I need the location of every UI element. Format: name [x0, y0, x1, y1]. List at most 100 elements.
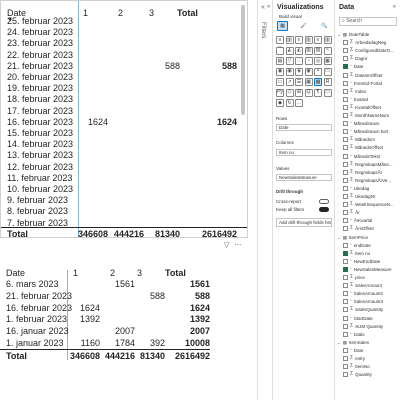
field-checkbox[interactable] — [343, 64, 348, 70]
search-input[interactable]: ⌕ Search — [339, 17, 397, 26]
field-item[interactable]: ▫ ÅrKvartal — [343, 217, 372, 224]
funnel-icon[interactable]: ▽ — [285, 57, 294, 65]
python-visual-icon[interactable]: Py — [276, 88, 284, 97]
field-item[interactable]: Σ RegnskapsÅrVe... — [343, 177, 391, 184]
field-item[interactable]: Σ Dagnr — [343, 55, 367, 62]
field-item[interactable]: Σ År — [343, 209, 360, 216]
line-icon[interactable]: ⌒ — [276, 46, 284, 55]
columns-field-well[interactable]: Item no — [276, 149, 332, 156]
drill-through-well[interactable]: Add drill-through fields here — [276, 218, 332, 227]
field-checkbox[interactable] — [343, 129, 348, 135]
decomposition-icon[interactable]: ⊞ — [295, 88, 303, 97]
field-checkbox[interactable] — [343, 242, 348, 248]
field-checkbox[interactable] — [343, 323, 348, 329]
shape-map-icon[interactable]: ◈ — [295, 67, 303, 76]
narrative-icon[interactable]: ¶ — [314, 88, 322, 97]
stacked-area-icon[interactable]: ◭ — [295, 46, 303, 55]
field-checkbox[interactable] — [343, 299, 348, 305]
field-item[interactable]: ▫ Månedsnavn kort — [343, 128, 388, 135]
field-item[interactable]: Σ DatesInOffset — [343, 72, 383, 79]
line-clustered-icon[interactable]: ▥ — [314, 46, 322, 55]
filters-pane-collapsed[interactable]: « Filters — [257, 0, 272, 400]
field-checkbox[interactable] — [343, 258, 348, 264]
treemap-icon[interactable]: ▦ — [323, 57, 332, 65]
field-checkbox[interactable] — [343, 113, 348, 118]
field-checkbox[interactable] — [343, 218, 348, 224]
header-col-3[interactable]: 3 — [137, 268, 142, 278]
field-item[interactable]: ▫ Kvartal — [343, 96, 368, 103]
field-checkbox[interactable] — [343, 88, 348, 94]
field-checkbox[interactable] — [343, 347, 348, 353]
field-item[interactable]: ▫ NewEndDate — [343, 258, 380, 265]
matrix-visual-summary[interactable]: Date 1 2 3 Total 6. mars 2023 1561 1561 21.… — [0, 262, 248, 368]
field-item[interactable]: Σ WeekSequenceN... — [343, 201, 394, 208]
field-item[interactable]: Σ SalesAmount — [343, 282, 382, 289]
pie-icon[interactable]: ◔ — [304, 57, 313, 65]
chevron-down-icon[interactable]: ⌄ — [337, 339, 341, 346]
header-date[interactable]: Date — [6, 268, 25, 278]
header-total[interactable]: Total — [165, 268, 186, 278]
waterfall-icon[interactable]: ▤ — [276, 57, 284, 65]
qa-icon[interactable]: Q — [304, 88, 313, 97]
field-checkbox[interactable] — [343, 331, 348, 337]
ribbon-icon[interactable]: ≈ — [323, 46, 332, 55]
header-col-1[interactable]: 1 — [73, 268, 78, 278]
slicer-icon[interactable]: ☰ — [295, 78, 303, 86]
field-item[interactable]: Σprice — [343, 274, 365, 281]
table-itemsales[interactable]: ⌄ ▦ ItemSales — [337, 339, 369, 346]
field-item[interactable]: Σ SalesQuantity — [343, 306, 383, 313]
field-checkbox[interactable] — [343, 250, 348, 256]
card-icon[interactable]: ▭ — [323, 67, 332, 76]
paginated-icon[interactable]: ▭ — [323, 88, 332, 97]
field-checkbox[interactable] — [343, 185, 348, 191]
values-field-well[interactable]: NewSalesMeasure — [276, 174, 332, 181]
filled-map-icon[interactable]: ◉ — [285, 67, 294, 76]
field-checkbox[interactable] — [343, 56, 348, 62]
clustered-bar-icon[interactable]: ≡ — [295, 36, 303, 44]
header-col-2[interactable]: 2 — [118, 8, 123, 18]
azure-map-icon[interactable]: ◉ — [304, 67, 313, 76]
field-checkbox[interactable] — [343, 137, 348, 143]
matrix-visual-daily[interactable]: Date ▼ 1 2 3 Total 25. februar 2023 24. f… — [0, 0, 248, 238]
multi-card-icon[interactable]: ▭ — [276, 78, 284, 86]
table-datetable[interactable]: ⌄ ▦ DateTable — [337, 31, 369, 38]
expand-icon[interactable]: « — [261, 4, 265, 11]
vertical-scrollbar[interactable] — [241, 5, 245, 115]
field-checkbox[interactable] — [343, 40, 348, 46]
area-icon[interactable]: ◭ — [285, 46, 294, 55]
stacked-bar-icon[interactable]: ≡ — [276, 36, 284, 44]
map-icon[interactable]: ◉ — [276, 67, 284, 76]
field-checkbox[interactable] — [343, 104, 348, 110]
field-item[interactable]: Σ SUM Quantity — [343, 323, 383, 330]
field-item[interactable]: Σ Item no — [343, 250, 370, 257]
build-visual-icon[interactable]: ▦ — [277, 21, 288, 31]
field-checkbox[interactable] — [343, 169, 348, 175]
field-checkbox[interactable] — [343, 48, 348, 54]
field-item[interactable]: Σ MonthNameNum — [343, 112, 389, 119]
100-bar-icon[interactable]: ≡ — [314, 36, 322, 44]
field-checkbox[interactable] — [343, 145, 348, 151]
field-checkbox[interactable] — [343, 266, 348, 272]
field-item[interactable]: Σentry — [343, 355, 365, 362]
field-item[interactable]: ▫ Date — [343, 63, 363, 70]
field-checkbox[interactable] — [343, 210, 348, 216]
field-checkbox[interactable] — [343, 356, 348, 361]
field-item[interactable]: Σ RegnskapsMåne... — [343, 161, 393, 168]
scatter-icon[interactable]: ∴ — [295, 57, 303, 65]
field-checkbox[interactable] — [343, 202, 348, 208]
field-checkbox[interactable] — [343, 80, 348, 86]
field-checkbox[interactable] — [343, 153, 348, 159]
field-item[interactable]: ▫ totals — [343, 331, 365, 338]
field-item[interactable]: Σ MånedsOffset — [343, 144, 383, 151]
field-item[interactable]: Σ ArbeidsdagNeg — [343, 39, 386, 46]
field-checkbox[interactable] — [343, 275, 348, 280]
collapse-icon[interactable]: « — [267, 4, 270, 10]
field-checkbox[interactable] — [343, 315, 348, 321]
100-column-icon[interactable]: ▥ — [323, 36, 332, 44]
more-options-icon[interactable]: ⋯ — [234, 241, 241, 249]
field-item[interactable]: Σ UkedagNr — [343, 193, 375, 200]
line-column-icon[interactable]: ▥ — [304, 46, 313, 55]
table-itemprice[interactable]: ⌄ ▦ ItemPrice — [337, 234, 368, 241]
clustered-column-icon[interactable]: ▥ — [304, 36, 313, 44]
field-item[interactable]: ▫ MånedsTekst — [343, 153, 380, 160]
